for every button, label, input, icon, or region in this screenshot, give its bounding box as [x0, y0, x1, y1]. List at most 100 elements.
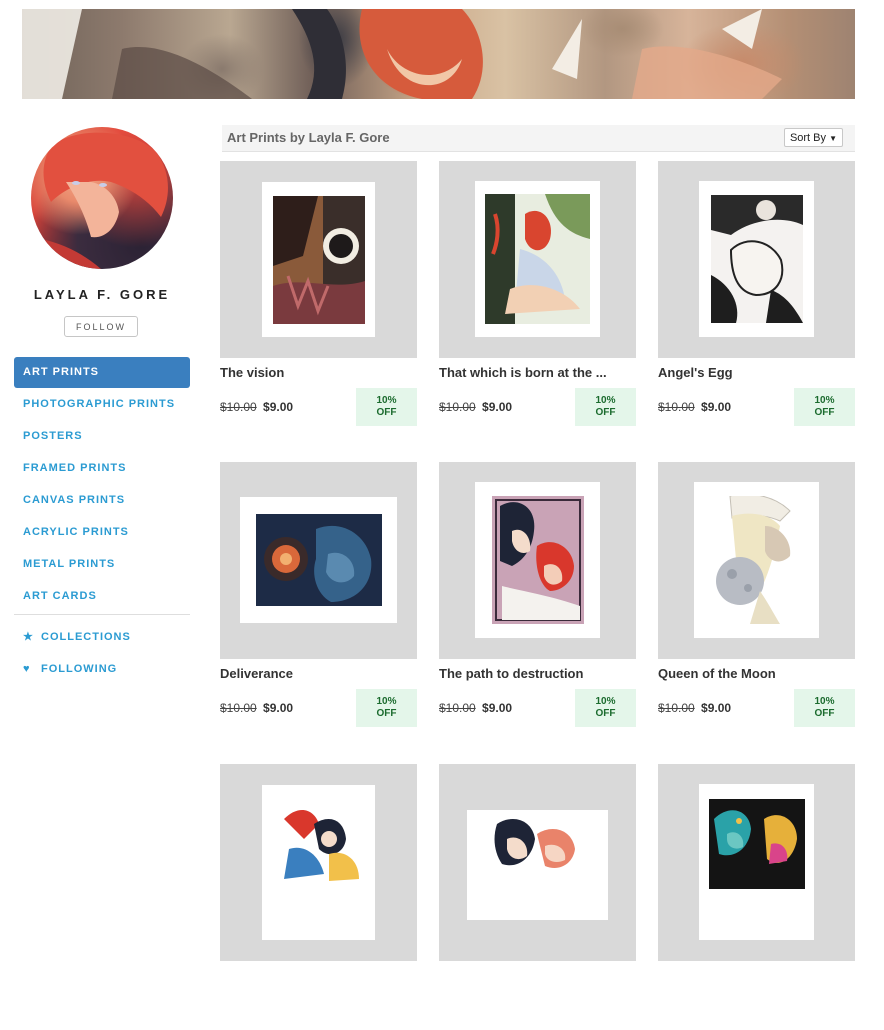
product-image[interactable] — [439, 764, 636, 961]
original-price: $10.00 — [439, 400, 476, 414]
artwork-the-vision — [273, 196, 365, 324]
nav-item-framed-prints[interactable]: FRAMED PRINTS — [14, 452, 190, 484]
price-row: $10.00 $9.00 — [220, 701, 293, 715]
product-image[interactable] — [220, 161, 417, 358]
product-image[interactable] — [658, 462, 855, 659]
product-card: Deliverance $10.00 $9.00 10% OFF — [220, 462, 417, 728]
product-title[interactable]: Angel's Egg — [658, 365, 853, 380]
product-card — [658, 764, 855, 1030]
discount-percent: 10% — [376, 696, 397, 707]
artwork-path-to-destruction — [492, 496, 584, 624]
listing-title: Art Prints by Layla F. Gore — [227, 130, 390, 145]
print-mat — [475, 181, 600, 337]
artwork-row3-1 — [274, 799, 364, 889]
discount-off: OFF — [814, 708, 835, 719]
print-mat — [475, 482, 600, 638]
price-row: $10.00 $9.00 — [658, 701, 731, 715]
artwork-row3-2 — [477, 814, 597, 884]
discount-percent: 10% — [814, 696, 835, 707]
price-row: $10.00 $9.00 — [439, 400, 512, 414]
original-price: $10.00 — [658, 400, 695, 414]
discount-badge: 10% OFF — [794, 388, 855, 426]
nav-item-art-cards[interactable]: ART CARDS — [14, 580, 190, 612]
product-image[interactable] — [439, 462, 636, 659]
price-row: $10.00 $9.00 — [220, 400, 293, 414]
product-image[interactable] — [658, 764, 855, 961]
product-image[interactable] — [658, 161, 855, 358]
discount-off: OFF — [376, 407, 397, 418]
discount-badge: 10% OFF — [794, 689, 855, 727]
artwork-deliverance — [256, 514, 382, 606]
nav-item-canvas-prints[interactable]: CANVAS PRINTS — [14, 484, 190, 516]
discount-off: OFF — [595, 708, 616, 719]
avatar-artwork — [31, 132, 168, 269]
price-row: $10.00 $9.00 — [439, 701, 512, 715]
product-card: Queen of the Moon $10.00 $9.00 10% OFF — [658, 462, 855, 728]
product-card — [439, 764, 636, 1030]
nav-item-acrylic-prints[interactable]: ACRYLIC PRINTS — [14, 516, 190, 548]
nav-item-posters[interactable]: POSTERS — [14, 420, 190, 452]
follow-button[interactable]: FOLLOW — [64, 316, 138, 337]
banner-artwork — [22, 9, 782, 99]
sale-price: $9.00 — [701, 400, 732, 414]
product-image[interactable] — [220, 462, 417, 659]
nav-item-collections-label: COLLECTIONS — [41, 631, 131, 643]
product-card: That which is born at the ... $10.00 $9.… — [439, 161, 636, 427]
sale-price: $9.00 — [482, 400, 513, 414]
artist-avatar[interactable] — [31, 127, 173, 269]
heart-icon: ♥ — [23, 663, 31, 675]
original-price: $10.00 — [220, 400, 257, 414]
sort-by-label: Sort By — [789, 132, 827, 144]
discount-off: OFF — [376, 708, 397, 719]
sale-price: $9.00 — [263, 701, 294, 715]
print-mat — [694, 482, 819, 638]
star-icon: ★ — [23, 631, 34, 643]
discount-percent: 10% — [814, 395, 835, 406]
nav-item-photographic-prints[interactable]: PHOTOGRAPHIC PRINTS — [14, 388, 190, 420]
discount-badge: 10% OFF — [356, 388, 417, 426]
discount-off: OFF — [595, 407, 616, 418]
artist-name: LAYLA F. GORE — [33, 287, 171, 302]
product-title[interactable]: Deliverance — [220, 666, 415, 681]
price-row: $10.00 $9.00 — [658, 400, 731, 414]
sidebar-nav: ART PRINTS PHOTOGRAPHIC PRINTS POSTERS F… — [14, 357, 190, 685]
product-card — [220, 764, 417, 1030]
artwork-that-which-is-born — [485, 194, 590, 324]
product-title[interactable]: That which is born at the ... — [439, 365, 634, 380]
original-price: $10.00 — [220, 701, 257, 715]
print-mat — [699, 784, 814, 940]
nav-item-following[interactable]: ♥ FOLLOWING — [14, 653, 190, 685]
sort-by-dropdown[interactable]: Sort By ▼ — [783, 128, 843, 147]
original-price: $10.00 — [658, 701, 695, 715]
print-mat — [240, 497, 397, 623]
artist-banner — [22, 9, 855, 99]
nav-item-art-prints[interactable]: ART PRINTS — [14, 357, 190, 388]
print-mat — [262, 182, 375, 337]
product-card: The path to destruction $10.00 $9.00 10%… — [439, 462, 636, 728]
sale-price: $9.00 — [482, 701, 513, 715]
discount-badge: 10% OFF — [356, 689, 417, 727]
nav-item-collections[interactable]: ★ COLLECTIONS — [14, 621, 190, 653]
nav-divider — [14, 614, 190, 615]
product-card: The vision $10.00 $9.00 10% OFF — [220, 161, 417, 427]
artwork-angels-egg — [711, 195, 803, 323]
product-title[interactable]: The path to destruction — [439, 666, 634, 681]
artwork-queen-of-the-moon — [710, 496, 802, 624]
artwork-row3-3 — [709, 799, 805, 889]
sale-price: $9.00 — [263, 400, 294, 414]
nav-item-following-label: FOLLOWING — [41, 663, 118, 675]
product-title[interactable]: Queen of the Moon — [658, 666, 853, 681]
listing-header: Art Prints by Layla F. Gore Sort By ▼ — [222, 125, 855, 152]
product-image[interactable] — [439, 161, 636, 358]
print-mat — [699, 181, 814, 337]
discount-badge: 10% OFF — [575, 388, 636, 426]
product-image[interactable] — [220, 764, 417, 961]
product-card: Angel's Egg $10.00 $9.00 10% OFF — [658, 161, 855, 427]
original-price: $10.00 — [439, 701, 476, 715]
discount-badge: 10% OFF — [575, 689, 636, 727]
print-mat — [467, 810, 608, 920]
nav-item-metal-prints[interactable]: METAL PRINTS — [14, 548, 190, 580]
product-title[interactable]: The vision — [220, 365, 415, 380]
discount-percent: 10% — [376, 395, 397, 406]
discount-percent: 10% — [595, 696, 616, 707]
